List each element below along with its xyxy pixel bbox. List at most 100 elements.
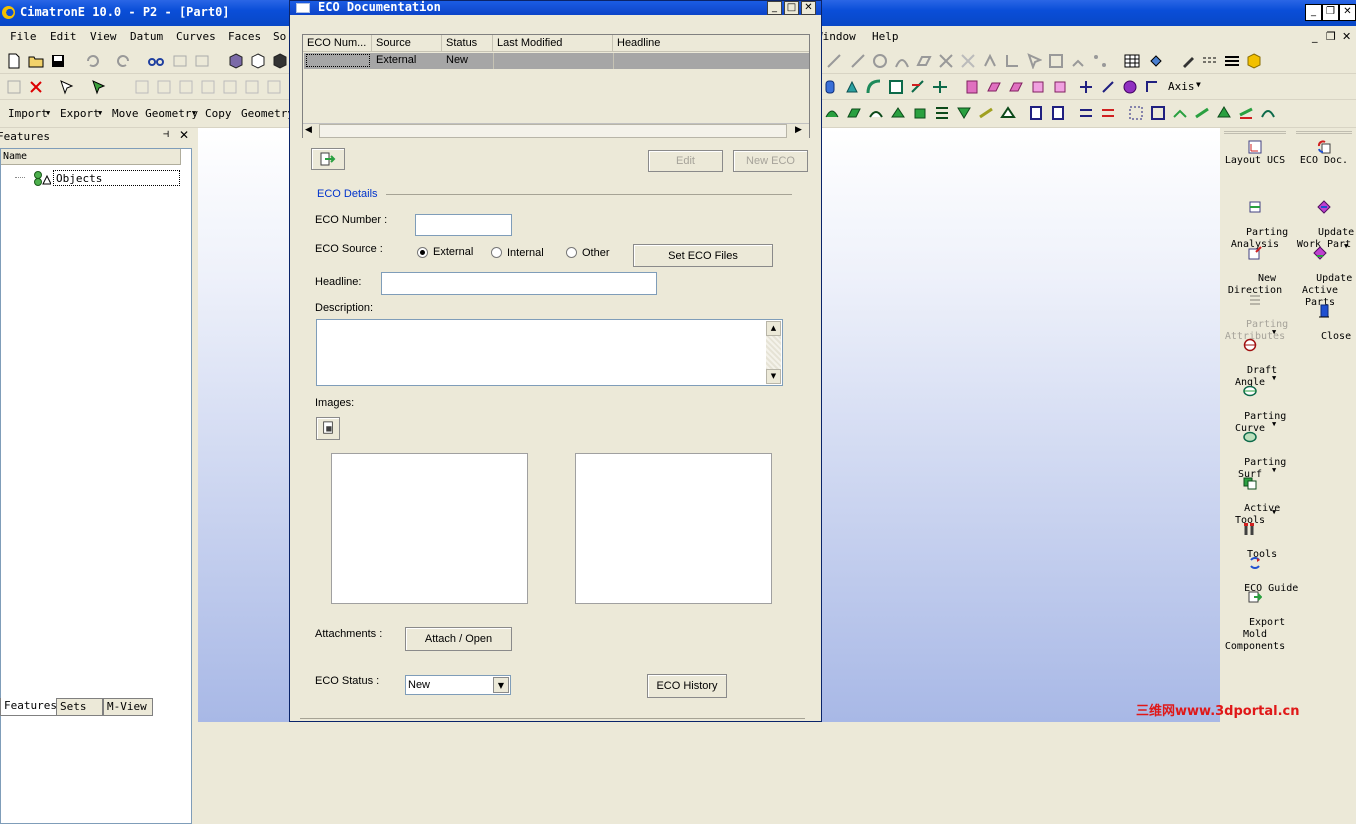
faded-tool-2-icon[interactable]: [156, 79, 172, 95]
axis-move-icon[interactable]: [1078, 79, 1094, 95]
line2-tool-icon[interactable]: [850, 53, 866, 69]
faded-tool-5-icon[interactable]: [222, 79, 238, 95]
glasses-icon[interactable]: [148, 53, 164, 69]
pointer-tool-icon[interactable]: [1026, 53, 1042, 69]
menu-solid[interactable]: So: [273, 30, 286, 43]
menu-faces[interactable]: Faces: [228, 30, 261, 43]
dialog-maximize-button[interactable]: □: [784, 1, 799, 15]
grid-table-icon[interactable]: [1124, 53, 1140, 69]
drive-icon[interactable]: [888, 79, 904, 95]
line-tool-icon[interactable]: [826, 53, 842, 69]
box-tool-icon[interactable]: [1048, 53, 1064, 69]
scroll-down-icon[interactable]: ▼: [766, 369, 781, 384]
radio-other[interactable]: [566, 247, 577, 258]
import-chevron-icon[interactable]: ▼: [46, 109, 50, 117]
draft-tool-icon[interactable]: [910, 79, 926, 95]
description-scrollbar[interactable]: ▲ ▼: [766, 321, 781, 384]
cube-shade-icon[interactable]: [272, 53, 288, 69]
scroll-left-icon[interactable]: ◀: [305, 125, 312, 135]
mold-tool-15-icon[interactable]: [1150, 105, 1166, 121]
measure-icon[interactable]: [172, 53, 188, 69]
image-preview-2[interactable]: [575, 453, 772, 604]
update-active-parts-chevron-icon[interactable]: ▼: [1344, 242, 1348, 250]
axis-align-icon[interactable]: [1122, 79, 1138, 95]
set-eco-files-button[interactable]: Set ECO Files: [633, 244, 773, 267]
menu-file[interactable]: File: [10, 30, 37, 43]
axis-tool-icon[interactable]: [1004, 53, 1020, 69]
radio-internal-label[interactable]: Internal: [507, 247, 544, 259]
redo-icon[interactable]: [116, 53, 132, 69]
col-status[interactable]: Status: [442, 35, 493, 52]
line-weight-icon[interactable]: [1224, 53, 1240, 69]
mold-tool-17-icon[interactable]: [1194, 105, 1210, 121]
scroll-thumb[interactable]: [319, 124, 787, 138]
scroll-up-icon[interactable]: ▲: [766, 321, 781, 336]
mold-tool-11-icon[interactable]: [1050, 105, 1066, 121]
mold-tool-3-icon[interactable]: [868, 105, 884, 121]
eco-history-button[interactable]: ECO History: [647, 674, 727, 698]
parting-surf-chevron-icon[interactable]: ▼: [1272, 420, 1276, 428]
sweep-icon[interactable]: [866, 79, 882, 95]
undo-icon[interactable]: [84, 53, 100, 69]
radio-external[interactable]: [417, 247, 428, 258]
pin-icon[interactable]: ⊣: [163, 129, 169, 140]
mold-tool-6-icon[interactable]: [934, 105, 950, 121]
export-chevron-icon[interactable]: ▼: [98, 109, 102, 117]
mold-tool-5-icon[interactable]: [912, 105, 928, 121]
offset-icon[interactable]: [982, 53, 998, 69]
pick-green-icon[interactable]: [90, 79, 106, 95]
add-image-button[interactable]: [316, 417, 340, 440]
save-icon[interactable]: [50, 53, 66, 69]
col-eco-number[interactable]: ECO Num...: [303, 35, 372, 52]
menu-edit[interactable]: Edit: [50, 30, 77, 43]
mold-tool-14-icon[interactable]: [1128, 105, 1144, 121]
face-pink-4-icon[interactable]: [1030, 79, 1046, 95]
parting-curve-chevron-icon[interactable]: ▼: [1272, 374, 1276, 382]
tree-column-header[interactable]: Name: [1, 149, 181, 165]
arc-tool-icon[interactable]: [894, 53, 910, 69]
import-menu[interactable]: Import: [8, 107, 48, 120]
tab-sets[interactable]: Sets: [56, 698, 103, 716]
scroll-right-icon[interactable]: ▶: [795, 125, 802, 135]
mold-tool-16-icon[interactable]: [1172, 105, 1188, 121]
split-tool-icon[interactable]: [932, 79, 948, 95]
active-tools-chevron-icon[interactable]: ▼: [1272, 466, 1276, 474]
face-pink-2-icon[interactable]: [986, 79, 1002, 95]
new-eco-button[interactable]: New ECO: [733, 150, 808, 172]
eco-number-input[interactable]: [415, 214, 512, 236]
deselect-icon[interactable]: [28, 79, 44, 95]
tab-features[interactable]: Features: [0, 698, 61, 716]
eco-status-chevron-icon[interactable]: ▼: [493, 677, 509, 693]
axis-tool2-icon[interactable]: [1144, 79, 1160, 95]
axis-rotate-icon[interactable]: [1100, 79, 1116, 95]
mold-tool-19-icon[interactable]: [1238, 105, 1254, 121]
mold-tool-12-icon[interactable]: [1078, 105, 1094, 121]
description-textarea[interactable]: ▲ ▼: [316, 319, 783, 386]
faded-tool-6-icon[interactable]: [244, 79, 260, 95]
mdi-restore-button[interactable]: ❐: [1326, 30, 1336, 43]
axis-dropdown-label[interactable]: Axis: [1168, 80, 1195, 93]
col-headline[interactable]: Headline: [613, 35, 809, 52]
eco-status-select[interactable]: New ▼: [405, 675, 511, 695]
col-source[interactable]: Source: [372, 35, 442, 52]
axis-chevron-down-icon[interactable]: ▼: [1196, 80, 1201, 89]
dialog-close-button[interactable]: ✕: [801, 1, 816, 15]
col-last-modified[interactable]: Last Modified: [493, 35, 613, 52]
geometry-menu[interactable]: Geometry: [241, 107, 294, 120]
pen-icon[interactable]: [1180, 53, 1196, 69]
mold-tool-18-icon[interactable]: [1216, 105, 1232, 121]
close-button[interactable]: ✕: [1339, 4, 1356, 21]
image-preview-1[interactable]: [331, 453, 528, 604]
menu-curves[interactable]: Curves: [176, 30, 216, 43]
dialog-minimize-button[interactable]: _: [767, 1, 782, 15]
restore-button[interactable]: ❐: [1322, 4, 1339, 21]
copy-menu[interactable]: Copy: [205, 107, 232, 120]
line-style-icon[interactable]: [1202, 53, 1218, 69]
cube-wire-icon[interactable]: [250, 53, 266, 69]
delete-curve-icon[interactable]: [960, 53, 976, 69]
cube-view-icon[interactable]: [228, 53, 244, 69]
mold-tool-8-icon[interactable]: [978, 105, 994, 121]
points-icon[interactable]: [1092, 53, 1108, 69]
solid-box-icon[interactable]: [1246, 53, 1262, 69]
mdi-close-button[interactable]: ✕: [1342, 30, 1351, 43]
